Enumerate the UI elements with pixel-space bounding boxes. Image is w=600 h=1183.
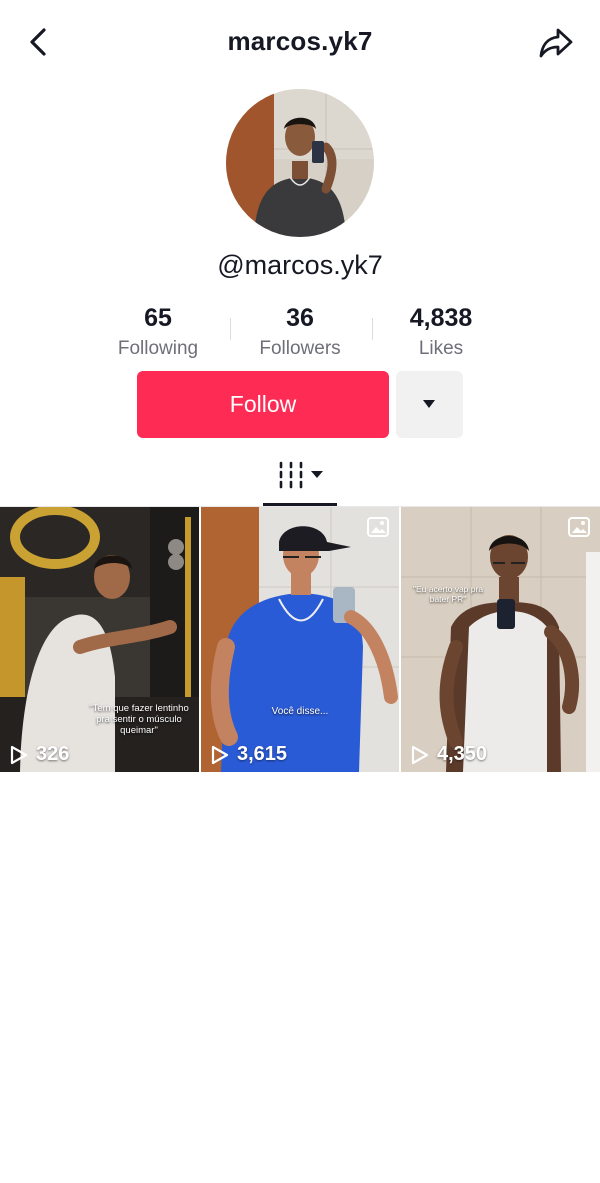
video-caption: "Eu acerto vap pra bater PR": [412, 584, 484, 604]
video-tile[interactable]: "Tem que fazer lentinho pra sentir o mús…: [0, 507, 199, 772]
follow-button[interactable]: Follow: [137, 371, 389, 438]
stat-likes[interactable]: 4,838 Likes: [366, 302, 516, 362]
following-count: 65: [144, 304, 172, 332]
stat-following[interactable]: 65 Following: [83, 302, 233, 362]
video-grid: "Tem que fazer lentinho pra sentir o mús…: [0, 507, 600, 772]
video-tile[interactable]: "Eu acerto vap pra bater PR" 4,350: [401, 507, 600, 772]
profile-handle: @marcos.yk7: [217, 250, 383, 280]
view-count-value: 4,350: [437, 743, 488, 765]
view-count: 326: [10, 743, 69, 766]
video-caption: "Tem que fazer lentinho pra sentir o mús…: [89, 703, 189, 736]
avatar-image: [226, 89, 374, 237]
video-caption: Você disse...: [271, 706, 329, 717]
likes-count: 4,838: [409, 304, 473, 332]
likes-label: Likes: [418, 338, 464, 359]
following-label: Following: [117, 338, 199, 359]
divider: [372, 318, 373, 340]
page-title: marcos.yk7: [227, 26, 373, 56]
play-outline-icon: [10, 745, 28, 764]
followers-count: 36: [286, 304, 314, 332]
share-button[interactable]: [536, 22, 576, 62]
tab-videos[interactable]: [263, 450, 337, 506]
active-tab-indicator: [263, 503, 337, 506]
view-count: 4,350: [411, 743, 487, 766]
view-count-value: 326: [36, 743, 70, 765]
divider: [230, 318, 231, 340]
video-thumbnail: [401, 507, 600, 772]
play-outline-icon: [411, 745, 429, 764]
caret-down-icon: [311, 471, 323, 478]
share-arrow-icon: [539, 28, 573, 58]
play-outline-icon: [211, 745, 229, 764]
caret-down-icon: [423, 400, 435, 408]
stat-followers[interactable]: 36 Followers: [225, 302, 375, 362]
view-count: 3,615: [211, 743, 287, 766]
avatar[interactable]: [226, 89, 374, 237]
photo-badge-icon: [367, 517, 389, 537]
profile-stats: 65 Following 36 Followers 4,838 Likes: [0, 302, 600, 362]
grid-columns-icon: [279, 461, 323, 489]
more-options-button[interactable]: [396, 371, 463, 438]
content-tab-bar: [0, 450, 600, 507]
video-thumbnail: [201, 507, 399, 772]
top-bar: marcos.yk7: [0, 0, 600, 86]
view-count-value: 3,615: [237, 743, 288, 765]
video-tile[interactable]: Você disse... 3,615: [201, 507, 399, 772]
followers-label: Followers: [259, 338, 341, 359]
photo-badge-icon: [568, 517, 590, 537]
